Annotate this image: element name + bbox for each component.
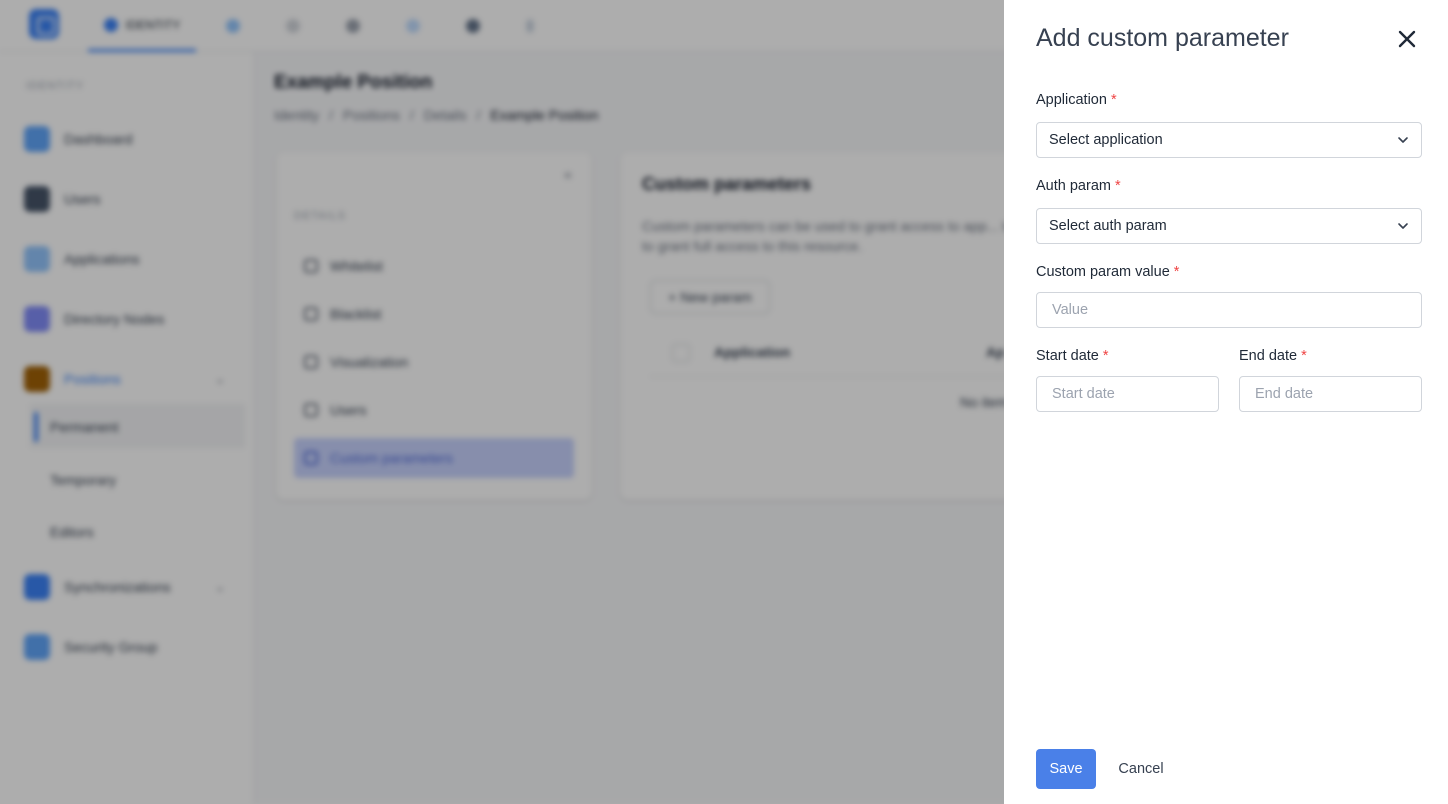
custom-param-value-label-text: Custom param value (1036, 264, 1170, 280)
save-button[interactable]: Save (1036, 749, 1096, 789)
end-date-label-text: End date (1239, 348, 1298, 364)
add-custom-parameter-drawer: Add custom parameter Application * Select… (1004, 0, 1448, 804)
required-mark: * (1114, 178, 1121, 194)
required-mark: * (1102, 348, 1109, 364)
auth-param-label: Auth param * (1036, 178, 1121, 194)
required-mark: * (1301, 348, 1307, 364)
start-date-input[interactable] (1036, 376, 1219, 412)
required-mark: * (1173, 264, 1180, 280)
close-icon (1398, 30, 1416, 48)
start-date-label: Start date * (1036, 348, 1109, 364)
required-mark: * (1110, 92, 1117, 108)
end-date-input[interactable] (1239, 376, 1422, 412)
drawer-title: Add custom parameter (1036, 24, 1289, 52)
chevron-down-icon (1398, 137, 1408, 143)
auth-param-select-value: Select auth param (1049, 218, 1167, 234)
custom-param-value-label: Custom param value * (1036, 264, 1179, 280)
chevron-down-icon (1398, 223, 1408, 229)
application-select-value: Select application (1049, 132, 1163, 148)
start-date-label-text: Start date (1036, 348, 1099, 364)
cancel-button[interactable]: Cancel (1108, 749, 1174, 789)
close-button[interactable] (1394, 26, 1420, 52)
auth-param-label-text: Auth param (1036, 178, 1111, 194)
application-select[interactable]: Select application (1036, 122, 1422, 158)
end-date-label: End date * (1239, 348, 1307, 364)
custom-param-value-input[interactable] (1036, 292, 1422, 328)
auth-param-select[interactable]: Select auth param (1036, 208, 1422, 244)
application-label: Application * (1036, 92, 1117, 108)
application-label-text: Application (1036, 92, 1107, 108)
